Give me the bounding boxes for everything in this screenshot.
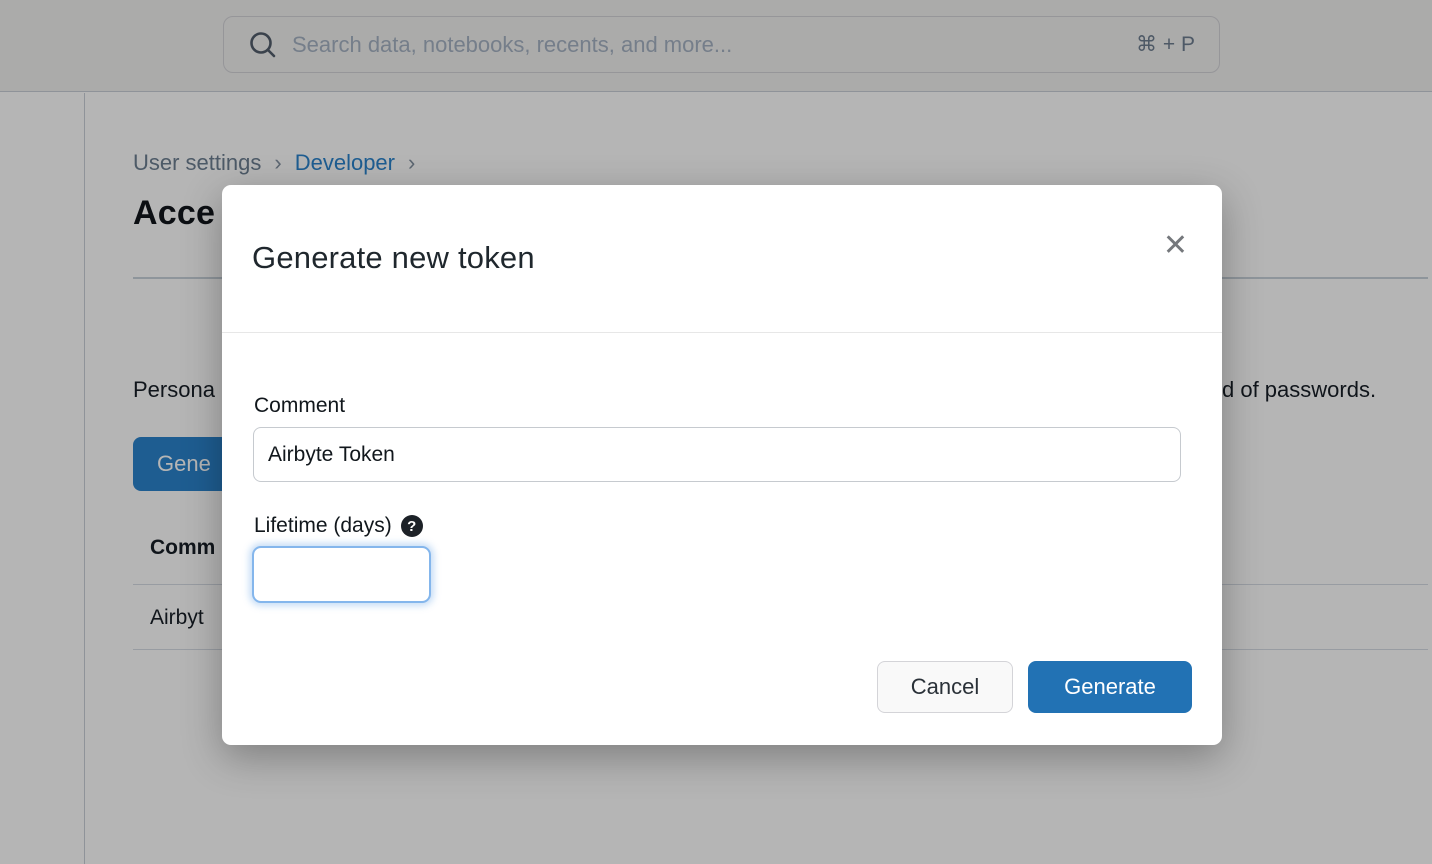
generate-new-token-dialog: Generate new token ✕ Comment Lifetime (d… [222,185,1222,745]
dialog-title: Generate new token [252,240,535,276]
comment-input[interactable] [253,427,1181,482]
lifetime-days-input[interactable] [252,546,431,603]
generate-button[interactable]: Generate [1028,661,1192,713]
dialog-header: Generate new token ✕ [222,185,1222,333]
lifetime-field-label: Lifetime (days) ? [254,514,423,538]
help-icon[interactable]: ? [401,515,423,537]
close-icon[interactable]: ✕ [1163,231,1188,261]
lifetime-label-text: Lifetime (days) [254,514,392,538]
cancel-button[interactable]: Cancel [877,661,1013,713]
comment-field-label: Comment [254,394,345,418]
